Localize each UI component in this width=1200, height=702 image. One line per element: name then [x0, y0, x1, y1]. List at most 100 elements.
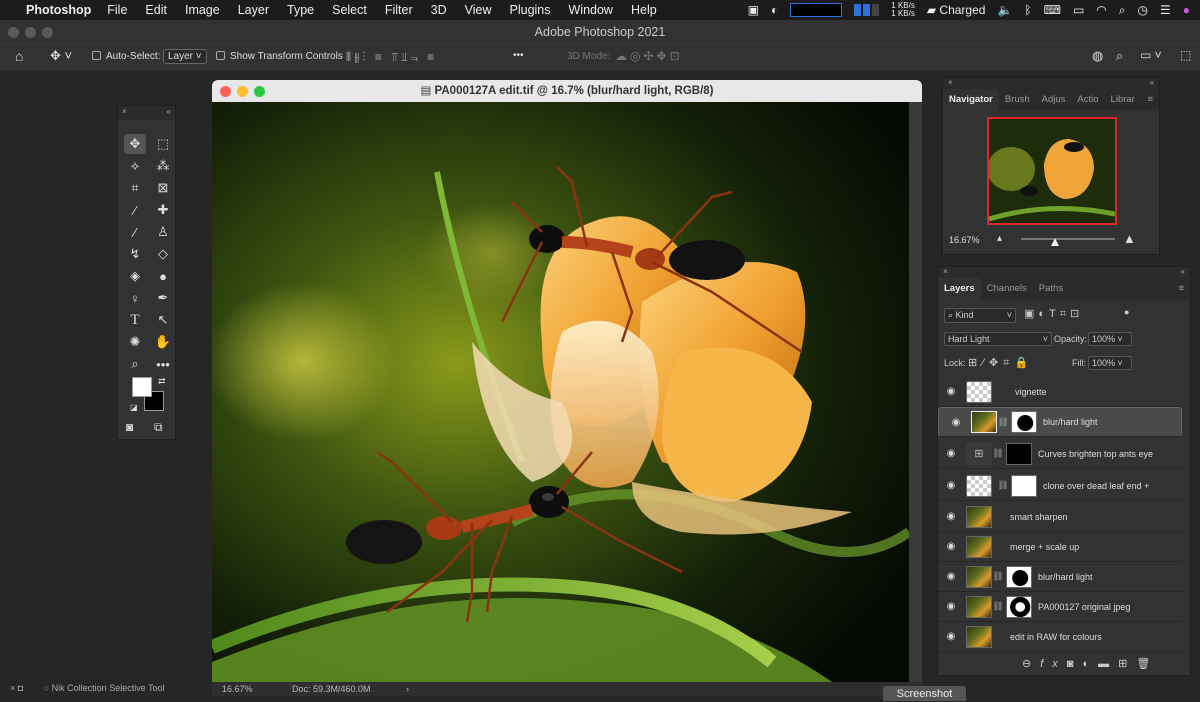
status-menu-arrow-icon[interactable]: › — [406, 684, 409, 694]
menu-type[interactable]: Type — [287, 3, 314, 17]
lock-icons[interactable]: ⊞∕✥⌗🔒 — [968, 356, 1033, 370]
menu-help[interactable]: Help — [631, 3, 657, 17]
zoom-out-icon[interactable]: ▴ — [997, 233, 1002, 244]
menu-filter[interactable]: Filter — [385, 3, 413, 17]
panel-menu-icon[interactable]: ≡ — [1141, 89, 1159, 111]
layer-row[interactable]: ◉ merge + scale up — [938, 532, 1182, 562]
new-group-icon[interactable]: ▬ — [1098, 658, 1118, 670]
window-zoom-button[interactable] — [42, 27, 53, 38]
chain-link-icon[interactable]: ⛓ — [997, 480, 1009, 491]
eraser-tool-icon[interactable]: ◇ — [152, 244, 174, 264]
marquee-tool-icon[interactable]: ⬚ — [152, 134, 174, 154]
menu-view[interactable]: View — [465, 3, 492, 17]
fill-input[interactable]: 100% ˅ — [1088, 356, 1132, 370]
layer-row[interactable]: ◉ ⊞ ⛓ Curves brighten top ants eye — [938, 439, 1182, 469]
visibility-eye-icon[interactable]: ◉ — [938, 511, 964, 522]
collapse-icon[interactable]: « — [1181, 267, 1185, 278]
align-buttons-icon[interactable]: ⫴⫵⫶ ≡ ⫪⫫⫬ ≡ — [346, 50, 437, 65]
add-mask-icon[interactable]: ◙ — [1067, 658, 1083, 670]
visibility-eye-icon[interactable]: ◉ — [943, 417, 969, 428]
hand-tool-icon[interactable]: ✋ — [152, 332, 174, 352]
tab-actions[interactable]: Actio — [1071, 89, 1104, 111]
adjustment-layer-icon[interactable]: ◐ — [1082, 658, 1098, 670]
toolbox-header[interactable]: × « — [118, 106, 175, 120]
visibility-eye-icon[interactable]: ◉ — [938, 386, 964, 397]
paint-bucket-tool-icon[interactable]: ◈ — [124, 266, 146, 286]
panel-menu-icon[interactable]: ≡ — [1172, 278, 1190, 300]
layer-row[interactable]: ◉ ⛓ blur/hard light — [938, 562, 1182, 592]
chain-link-icon[interactable]: ⛓ — [992, 571, 1004, 582]
auto-select-checkbox[interactable]: Auto-Select: — [92, 51, 160, 62]
visibility-eye-icon[interactable]: ◉ — [938, 571, 964, 582]
battery-status[interactable]: ▰ Charged — [927, 3, 986, 17]
tab-layers[interactable]: Layers — [938, 278, 981, 300]
volume-icon[interactable]: 🔈 — [997, 3, 1012, 17]
clone-stamp-tool-icon[interactable]: ♙ — [152, 222, 174, 242]
brush-tool-icon[interactable]: ∕ — [124, 222, 146, 242]
tab-paths[interactable]: Paths — [1033, 278, 1069, 300]
panel-header[interactable]: × « — [943, 78, 1159, 89]
pen-tool-icon[interactable]: ✒ — [152, 288, 174, 308]
visibility-eye-icon[interactable]: ◉ — [938, 541, 964, 552]
zoom-level[interactable]: 16.67% — [222, 684, 253, 694]
menu-layer[interactable]: Layer — [238, 3, 269, 17]
doc-minimize-button[interactable] — [237, 86, 248, 97]
blend-mode-dropdown[interactable]: Hard Light ˅ — [944, 332, 1052, 346]
panel-header[interactable]: × « — [938, 267, 1190, 278]
keyboard-icon[interactable]: ⌨ — [1044, 3, 1061, 17]
new-layer-icon[interactable]: ⊞ — [1118, 658, 1136, 670]
home-icon[interactable]: ⌂ — [15, 48, 23, 64]
blur-tool-icon[interactable]: ● — [152, 266, 174, 286]
steelseries-icon[interactable]: ◐ — [771, 3, 778, 17]
spotlight-search-icon[interactable]: ⌕ — [1119, 3, 1126, 18]
type-tool-icon[interactable]: T — [124, 310, 146, 330]
delete-layer-icon[interactable]: 🗑 — [1136, 658, 1159, 670]
time-machine-icon[interactable]: ◷ — [1138, 3, 1148, 17]
edit-toolbar-icon[interactable]: ••• — [152, 354, 174, 374]
menu-select[interactable]: Select — [332, 3, 367, 17]
visibility-eye-icon[interactable]: ◉ — [938, 601, 964, 612]
layer-filter-icons[interactable]: ▣◐T⌗⊡ — [1024, 307, 1083, 321]
auto-select-dropdown[interactable]: Layer ˅ — [163, 49, 207, 64]
chain-link-icon[interactable]: ⛓ — [992, 448, 1004, 459]
foreground-color-swatch[interactable] — [132, 377, 152, 397]
tab-brush[interactable]: Brush — [999, 89, 1036, 111]
swap-colors-icon[interactable]: ⇄ — [158, 376, 166, 387]
menu-3d[interactable]: 3D — [431, 3, 447, 17]
search-icon[interactable]: ⌕ — [1116, 48, 1123, 64]
magic-wand-tool-icon[interactable]: ⁂ — [152, 156, 174, 176]
vertical-scrollbar[interactable] — [909, 102, 922, 683]
menu-edit[interactable]: Edit — [145, 3, 167, 17]
layer-row[interactable]: ◉ ⛓ clone over dead leaf end + — [938, 471, 1182, 501]
app-menu[interactable]: Photoshop — [26, 3, 91, 17]
navigator-thumbnail[interactable] — [987, 117, 1117, 225]
tab-libraries[interactable]: Librar — [1105, 89, 1141, 111]
nik-plugin-label[interactable]: Nik Collection Selective Tool — [52, 683, 165, 693]
layer-row[interactable]: ◉ smart sharpen — [938, 502, 1182, 532]
lasso-tool-icon[interactable]: ⟡ — [124, 156, 146, 176]
frame-tool-icon[interactable]: ⊠ — [152, 178, 174, 198]
move-tool-icon[interactable]: ✥ — [124, 134, 146, 154]
menu-plugins[interactable]: Plugins — [510, 3, 551, 17]
close-icon[interactable]: × ◘ — [10, 683, 23, 693]
close-icon[interactable]: × — [122, 107, 127, 119]
collapse-icon[interactable]: « — [167, 107, 171, 119]
visibility-eye-icon[interactable]: ◉ — [938, 631, 964, 642]
battery-icon[interactable]: ▭ — [1073, 3, 1084, 17]
quick-mask-icon[interactable]: ◙ — [126, 420, 133, 434]
wifi-icon[interactable]: ◠ — [1096, 3, 1106, 17]
chain-link-icon[interactable]: ⛓ — [992, 601, 1004, 612]
tab-navigator[interactable]: Navigator — [943, 89, 999, 111]
display-icon[interactable]: ▣ — [748, 3, 759, 17]
menu-image[interactable]: Image — [185, 3, 220, 17]
navigator-zoom-value[interactable]: 16.67% — [949, 235, 980, 245]
window-close-button[interactable] — [8, 27, 19, 38]
collapse-icon[interactable]: « — [1150, 78, 1154, 89]
filter-toggle-icon[interactable]: ● — [1124, 307, 1129, 317]
link-layers-icon[interactable]: ⊖ — [1022, 658, 1040, 670]
show-transform-controls-checkbox[interactable]: Show Transform Controls — [216, 51, 343, 62]
tab-channels[interactable]: Channels — [981, 278, 1033, 300]
opacity-input[interactable]: 100% ˅ — [1088, 332, 1132, 346]
share-icon[interactable]: ◍ — [1092, 48, 1103, 64]
history-brush-tool-icon[interactable]: ↯ — [124, 244, 146, 264]
